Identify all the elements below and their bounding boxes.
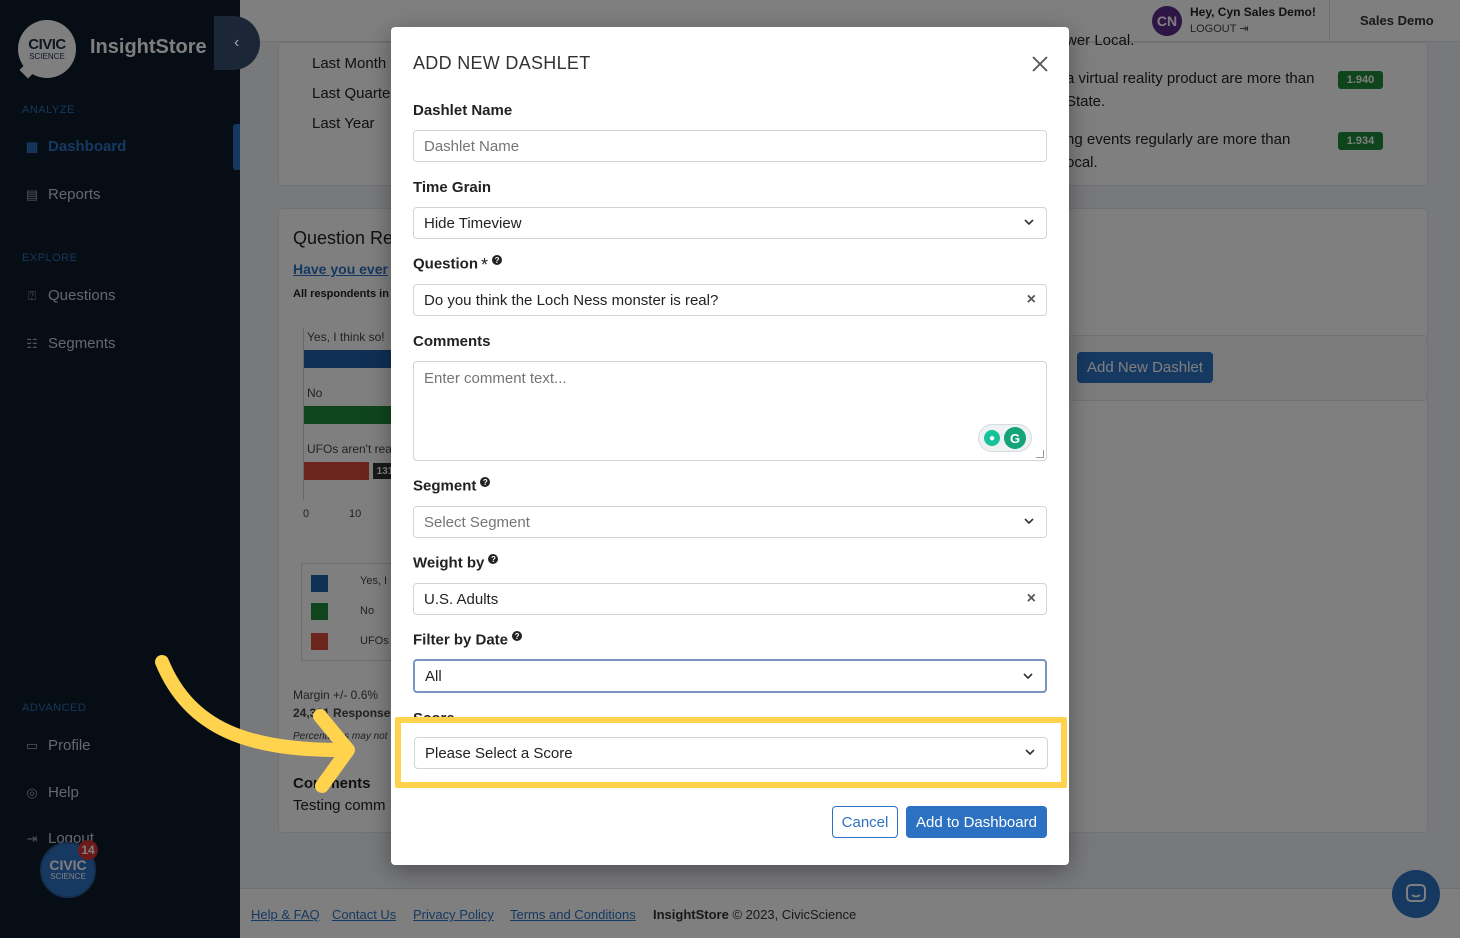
textarea-placeholder: Enter comment text... [424, 370, 567, 387]
chevron-left-icon: ‹ [234, 34, 240, 51]
time-grain-label: Time Grain [413, 179, 492, 196]
select-value: Hide Timeview [424, 214, 522, 232]
select-placeholder: Select Segment [424, 513, 530, 531]
comments-textarea[interactable]: Enter comment text... ● G [413, 361, 1047, 461]
dashlet-name-input[interactable]: Dashlet Name [413, 130, 1047, 162]
segment-label: Segment? [413, 477, 491, 495]
filter-date-select[interactable]: All [413, 659, 1047, 693]
help-icon[interactable]: ? [480, 477, 491, 487]
grammarly-icon: G [1004, 427, 1026, 449]
close-button[interactable] [1029, 53, 1051, 75]
segment-select[interactable]: Select Segment [413, 506, 1047, 538]
chevron-down-icon [1024, 219, 1034, 226]
chevron-down-icon [1023, 673, 1033, 680]
question-label: Question *? [413, 255, 503, 276]
add-to-dashboard-button[interactable]: Add to Dashboard [906, 806, 1047, 838]
select-placeholder: Please Select a Score [425, 744, 573, 762]
help-icon[interactable]: ? [492, 255, 503, 265]
required-asterisk: * [481, 255, 489, 275]
modal-title: ADD NEW DASHLET [413, 53, 591, 73]
weight-label-text: Weight by [413, 554, 485, 572]
help-icon[interactable]: ? [512, 631, 523, 641]
grammarly-widget[interactable]: ● G [978, 424, 1032, 452]
input-placeholder: Dashlet Name [424, 137, 520, 155]
filter-date-label-text: Filter by Date [413, 631, 509, 649]
clear-icon[interactable]: × [1027, 590, 1036, 608]
filter-date-label: Filter by Date? [413, 631, 523, 649]
clear-icon[interactable]: × [1027, 291, 1036, 309]
weight-label: Weight by? [413, 554, 499, 572]
question-select[interactable]: Do you think the Loch Ness monster is re… [413, 284, 1047, 316]
weight-select[interactable]: U.S. Adults × [413, 583, 1047, 615]
close-icon [1032, 56, 1048, 72]
cancel-button[interactable]: Cancel [832, 806, 898, 838]
segment-label-text: Segment [413, 477, 477, 495]
score-select[interactable]: Please Select a Score [414, 737, 1048, 769]
select-value: Do you think the Loch Ness monster is re… [424, 291, 719, 309]
dashlet-name-label: Dashlet Name [413, 102, 513, 119]
resize-handle[interactable] [1036, 450, 1044, 458]
pointer-arrow-icon [155, 655, 355, 793]
select-value: U.S. Adults [424, 590, 499, 608]
question-label-text: Question [413, 255, 479, 273]
lightbulb-icon: ● [984, 430, 1000, 446]
help-icon[interactable]: ? [488, 554, 499, 564]
comments-label: Comments [413, 333, 491, 350]
select-value: All [425, 667, 442, 685]
time-grain-select[interactable]: Hide Timeview [413, 207, 1047, 239]
chevron-down-icon [1025, 749, 1035, 756]
chevron-down-icon [1024, 518, 1034, 525]
